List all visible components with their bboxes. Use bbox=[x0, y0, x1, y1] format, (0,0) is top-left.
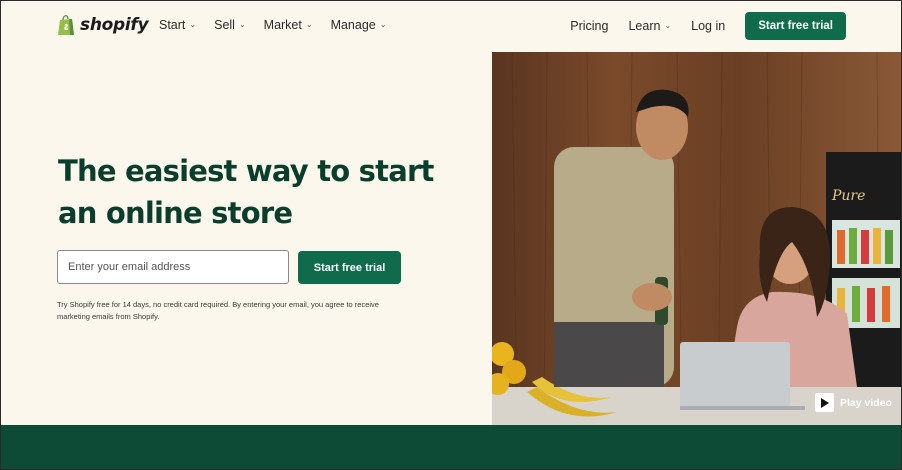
brand-name: shopify bbox=[80, 15, 149, 35]
hero-photo: Pure bbox=[492, 52, 902, 425]
nav-learn[interactable]: Learn ⌄ bbox=[628, 19, 671, 33]
bottom-band bbox=[0, 425, 902, 470]
nav-learn-label: Learn bbox=[628, 19, 661, 33]
headline-line-2: an online store bbox=[58, 196, 293, 230]
site-header: shopify Start ⌄ Sell ⌄ Market ⌄ Manage ⌄… bbox=[0, 0, 902, 52]
header-start-trial-button[interactable]: Start free trial bbox=[745, 12, 846, 40]
nav-start[interactable]: Start ⌄ bbox=[159, 18, 196, 32]
nav-sell-label: Sell bbox=[214, 18, 235, 32]
shopping-bag-icon bbox=[58, 15, 74, 35]
hero-start-trial-button[interactable]: Start free trial bbox=[298, 251, 401, 284]
main-nav: Start ⌄ Sell ⌄ Market ⌄ Manage ⌄ bbox=[159, 18, 386, 32]
shopify-logo[interactable]: shopify bbox=[57, 14, 149, 36]
headline-line-1: The easiest way to start bbox=[58, 154, 434, 188]
nav-pricing[interactable]: Pricing bbox=[570, 19, 608, 33]
chevron-down-icon: ⌄ bbox=[305, 19, 313, 29]
trial-disclaimer: Try Shopify free for 14 days, no credit … bbox=[57, 300, 379, 321]
email-input[interactable] bbox=[57, 250, 289, 284]
nav-start-label: Start bbox=[159, 18, 186, 32]
hero-headline: The easiest way to start an online store bbox=[58, 150, 458, 234]
nav-manage[interactable]: Manage ⌄ bbox=[331, 18, 387, 32]
nav-manage-label: Manage bbox=[330, 18, 376, 32]
hero-photo-illustration: Pure bbox=[492, 52, 902, 425]
chevron-down-icon: ⌄ bbox=[189, 19, 197, 29]
nav-market[interactable]: Market ⌄ bbox=[264, 18, 313, 32]
secondary-nav: Pricing Learn ⌄ Log in Start free trial bbox=[570, 12, 846, 40]
pure-sign: Pure bbox=[831, 188, 865, 204]
play-video-button[interactable]: Play video bbox=[815, 393, 892, 412]
play-video-label: Play video bbox=[840, 396, 892, 409]
login-link[interactable]: Log in bbox=[691, 19, 725, 33]
chevron-down-icon: ⌄ bbox=[664, 20, 672, 30]
nav-sell[interactable]: Sell ⌄ bbox=[214, 18, 246, 32]
chevron-down-icon: ⌄ bbox=[379, 19, 387, 29]
chevron-down-icon: ⌄ bbox=[238, 19, 246, 29]
play-icon bbox=[815, 393, 834, 412]
nav-market-label: Market bbox=[263, 18, 302, 32]
